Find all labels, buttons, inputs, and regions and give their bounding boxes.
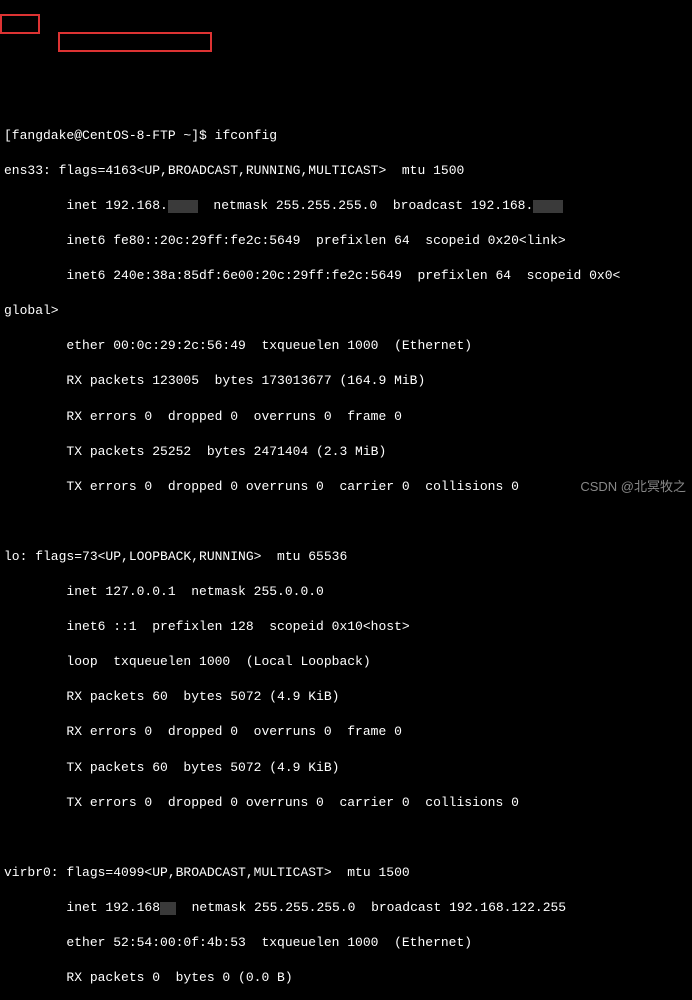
virbr0-inet-prefix: inet 192.168 (4, 900, 160, 915)
highlight-box-ens33 (0, 14, 40, 34)
lo-rxp: RX packets 60 bytes 5072 (4.9 KiB) (4, 688, 688, 706)
ens33-txp: TX packets 25252 bytes 2471404 (2.3 MiB) (4, 443, 688, 461)
virbr0-ether: ether 52:54:00:0f:4b:53 txqueuelen 1000 … (4, 934, 688, 952)
ens33-flags: flags=4163<UP,BROADCAST,RUNNING,MULTICAS… (59, 163, 465, 178)
lo-inet: inet 127.0.0.1 netmask 255.0.0.0 (4, 583, 688, 601)
lo-loop: loop txqueuelen 1000 (Local Loopback) (4, 653, 688, 671)
ens33-rxp: RX packets 123005 bytes 173013677 (164.9… (4, 372, 688, 390)
iface-name: ens33 (4, 163, 43, 178)
blank-line (4, 513, 688, 531)
redacted-ip (168, 200, 198, 213)
prompt-line[interactable]: [fangdake@CentOS-8-FTP ~]$ ifconfig (4, 127, 688, 145)
typed-command: ifconfig (215, 128, 277, 143)
virbr0-header: virbr0: flags=4099<UP,BROADCAST,MULTICAS… (4, 864, 688, 882)
lo-header: lo: flags=73<UP,LOOPBACK,RUNNING> mtu 65… (4, 548, 688, 566)
watermark: CSDN @北冥牧之 (580, 478, 686, 496)
redacted-virbr-ip (160, 902, 176, 915)
prompt: [fangdake@CentOS-8-FTP ~]$ (4, 128, 215, 143)
ens33-inet6b: inet6 240e:38a:85df:6e00:20c:29ff:fe2c:5… (4, 267, 688, 285)
blank-line-2 (4, 829, 688, 847)
ens33-header: ens33: flags=4163<UP,BROADCAST,RUNNING,M… (4, 162, 688, 180)
ens33-inet6a: inet6 fe80::20c:29ff:fe2c:5649 prefixlen… (4, 232, 688, 250)
highlight-box-inet (58, 32, 212, 52)
ens33-rxe: RX errors 0 dropped 0 overruns 0 frame 0 (4, 408, 688, 426)
ens33-inet: inet 192.168. netmask 255.255.255.0 broa… (4, 197, 688, 215)
ens33-inet-suffix: netmask 255.255.255.0 broadcast 192.168. (198, 198, 533, 213)
lo-txp: TX packets 60 bytes 5072 (4.9 KiB) (4, 759, 688, 777)
ens33-ether: ether 00:0c:29:2c:56:49 txqueuelen 1000 … (4, 337, 688, 355)
lo-txe: TX errors 0 dropped 0 overruns 0 carrier… (4, 794, 688, 812)
virbr0-inet: inet 192.168 netmask 255.255.255.0 broad… (4, 899, 688, 917)
ens33-global: global> (4, 302, 688, 320)
lo-rxe: RX errors 0 dropped 0 overruns 0 frame 0 (4, 723, 688, 741)
redacted-bcast (533, 200, 563, 213)
virbr0-inet-suffix: netmask 255.255.255.0 broadcast 192.168.… (176, 900, 566, 915)
ens33-inet-prefix: inet 192.168. (4, 198, 168, 213)
virbr0-rxp: RX packets 0 bytes 0 (0.0 B) (4, 969, 688, 987)
lo-inet6: inet6 ::1 prefixlen 128 scopeid 0x10<hos… (4, 618, 688, 636)
